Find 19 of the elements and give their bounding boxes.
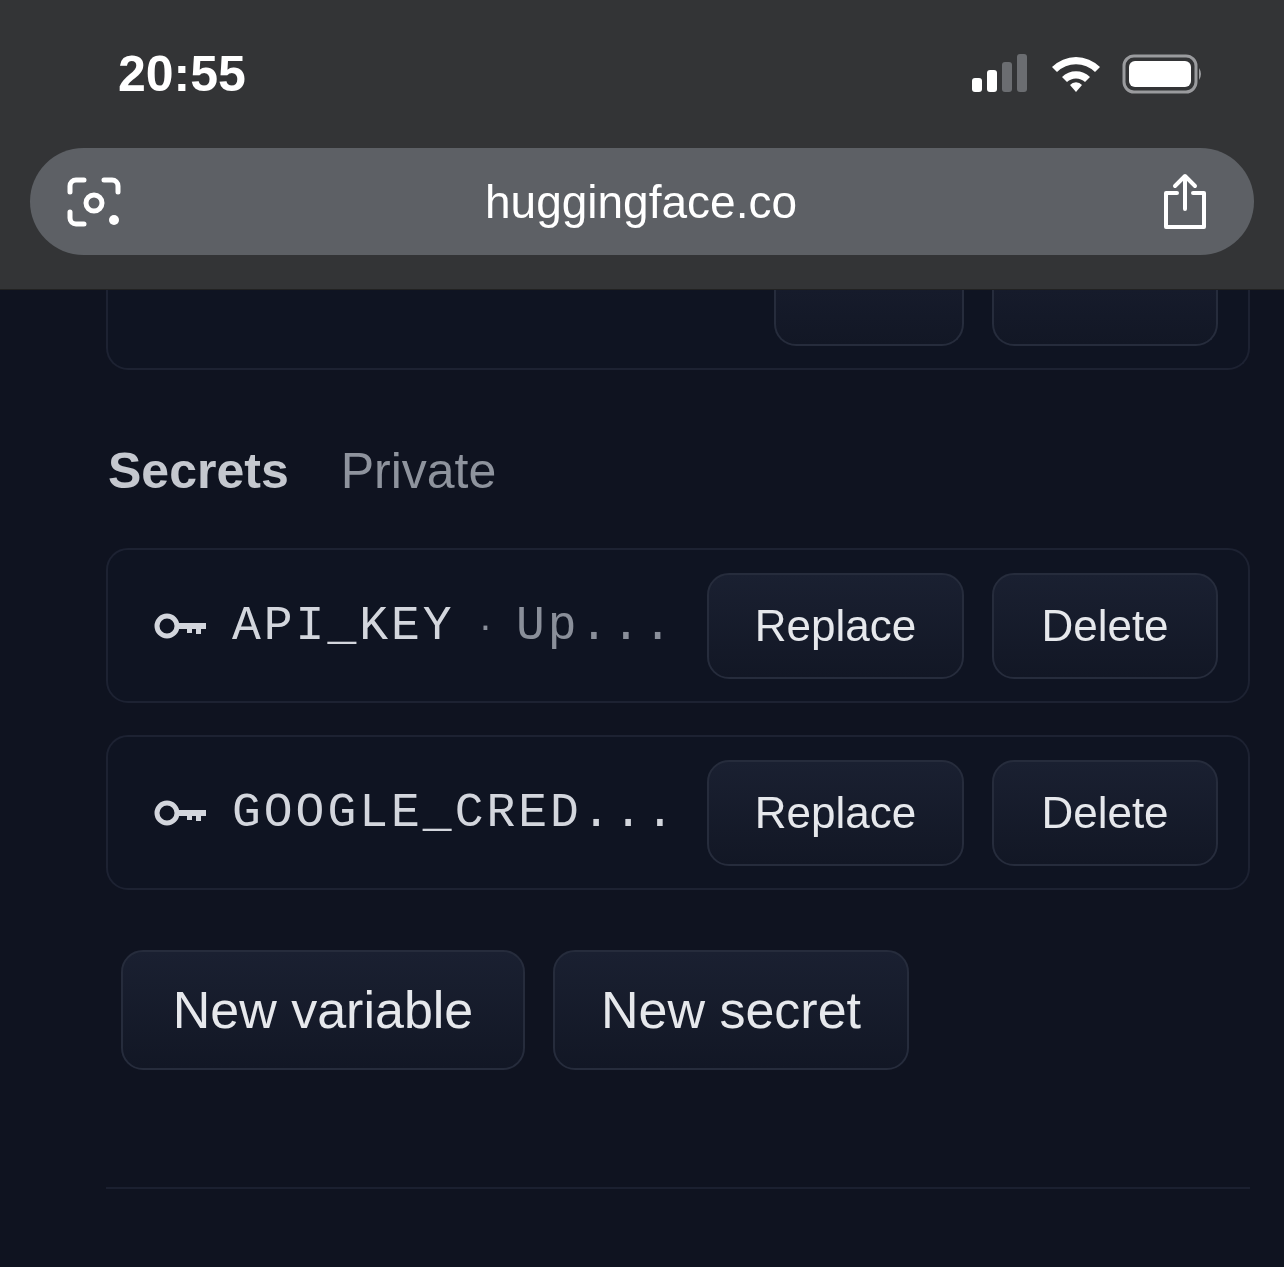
new-item-button[interactable]: New secret	[553, 950, 909, 1070]
wifi-icon	[1050, 54, 1102, 94]
separator-dot: ·	[478, 603, 492, 648]
secret-name: API_KEY	[232, 598, 455, 653]
url-text[interactable]: huggingface.co	[485, 174, 797, 229]
camera-search-icon[interactable]	[66, 175, 122, 228]
secret-action-button[interactable]: Delete	[992, 759, 1218, 866]
secret-name: GOOGLE_CRED...	[232, 785, 678, 840]
new-item-button[interactable]: New variable	[121, 950, 525, 1070]
signal-icon	[972, 54, 1030, 94]
section-title: Secrets	[108, 442, 289, 500]
status-time: 20:55	[118, 45, 246, 103]
section-subtitle: Private	[340, 442, 497, 500]
secret-action-button[interactable]: Replace	[707, 759, 964, 866]
secret-action-button[interactable]: Delete	[992, 572, 1218, 679]
secret-meta: Up...	[515, 598, 675, 653]
battery-icon	[1122, 54, 1204, 94]
secret-action-button[interactable]: Replace	[707, 572, 964, 679]
address-bar[interactable]: huggingface.co	[30, 148, 1254, 255]
